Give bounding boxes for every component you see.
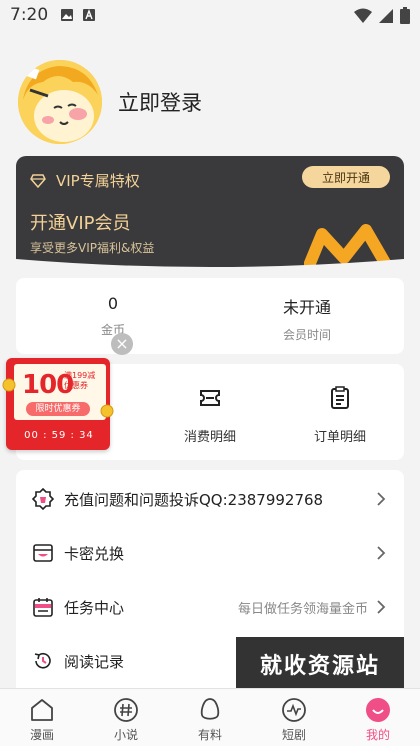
tab-comics[interactable]: 漫画	[0, 689, 84, 746]
tab-label: 我的	[365, 728, 390, 742]
badge-icon	[32, 488, 54, 510]
vip-header-label: VIP专属特权	[56, 172, 140, 190]
menu-item-card-redeem[interactable]: 卡密兑换	[16, 526, 404, 580]
coupon-body[interactable]: 100 满199减 优惠券 限时优惠券 00 : 59 : 34	[6, 358, 110, 450]
consumption-details-button[interactable]: 消费明细	[150, 386, 270, 445]
wifi-icon	[354, 8, 372, 23]
stat-label: 金币	[100, 323, 125, 337]
coupon-timer: 00 : 59 : 34	[24, 430, 94, 441]
coupon-popup[interactable]: 100 满199减 优惠券 限时优惠券 00 : 59 : 34	[2, 358, 114, 450]
menu-item-label: 卡密兑换	[64, 544, 125, 563]
bottom-tab-bar: 漫画 小说 有料 短剧 我的	[0, 688, 420, 746]
tab-mine[interactable]: 我的	[336, 689, 420, 746]
order-details-label: 订单明细	[313, 430, 366, 445]
vip-title: 开通VIP会员	[30, 213, 131, 234]
signal-icon	[379, 8, 393, 23]
stats-panel: 0 金币 未开通 会员时间	[16, 278, 404, 354]
menu-item-hint: 每日做任务领海量金币	[237, 601, 368, 617]
coupon-close-button[interactable]: ×	[111, 333, 133, 355]
tab-label: 短剧	[281, 728, 306, 742]
login-link[interactable]: 立即登录	[118, 87, 202, 117]
tab-label: 漫画	[29, 728, 54, 742]
vip-card[interactable]: VIP专属特权 立即开通 开通VIP会员 享受更多VIP福利&权益	[16, 156, 404, 270]
coupon-condition-line2: 优惠券	[64, 381, 88, 390]
hash-icon	[114, 698, 138, 722]
tab-label: 有料	[197, 728, 222, 742]
menu-item-complaint[interactable]: 充值问题和问题投诉QQ:2387992768	[16, 472, 404, 526]
chevron-right-icon	[377, 600, 386, 614]
coupon-condition-line1: 满199减	[64, 371, 96, 380]
gold-coin-icon	[100, 404, 114, 418]
diamond-icon	[30, 173, 46, 188]
chevron-right-icon	[377, 546, 386, 560]
calendar-icon	[33, 598, 53, 617]
stat-membership[interactable]: 未开通 会员时间	[210, 278, 404, 354]
status-bar: 7:20	[0, 0, 420, 30]
gold-coin-icon	[2, 378, 16, 392]
tab-label: 小说	[113, 728, 138, 742]
battery-icon	[400, 7, 410, 24]
order-details-button[interactable]: 订单明细	[280, 386, 400, 445]
status-time: 7:20	[10, 5, 49, 25]
image-icon	[61, 9, 74, 21]
menu-item-task-center[interactable]: 任务中心 每日做任务领海量金币	[16, 580, 404, 634]
coupon-limit-badge: 限时优惠券	[26, 402, 90, 416]
clipboard-icon	[331, 386, 349, 409]
menu-item-label: 阅读记录	[64, 652, 125, 671]
vip-wave	[16, 259, 404, 270]
vip-open-button[interactable]: 立即开通	[302, 166, 390, 188]
coupon-condition: 满199减 优惠券	[64, 371, 95, 391]
watermark: 就收资源站	[236, 637, 404, 691]
stat-value: 未开通	[282, 298, 331, 317]
vip-header: VIP专属特权	[30, 170, 140, 191]
menu-item-label: 任务中心	[64, 598, 125, 617]
home-icon	[31, 699, 53, 721]
card-icon	[33, 544, 53, 562]
ticket-icon	[200, 390, 220, 406]
stat-label: 会员时间	[282, 328, 331, 342]
profile-header[interactable]: 立即登录	[18, 60, 202, 144]
menu-item-label: 充值问题和问题投诉QQ:2387992768	[64, 490, 324, 509]
egg-icon	[200, 698, 220, 720]
avatar[interactable]	[18, 60, 102, 144]
tab-novels[interactable]: 小说	[84, 689, 168, 746]
consumption-details-label: 消费明细	[183, 430, 236, 445]
stat-value: 0	[107, 294, 119, 313]
profile-icon	[366, 698, 390, 722]
tab-short-drama[interactable]: 短剧	[252, 689, 336, 746]
chevron-right-icon	[377, 492, 386, 506]
pulse-icon	[282, 698, 306, 722]
tab-featured[interactable]: 有料	[168, 689, 252, 746]
history-icon	[34, 652, 51, 669]
text-a-icon	[83, 9, 96, 21]
